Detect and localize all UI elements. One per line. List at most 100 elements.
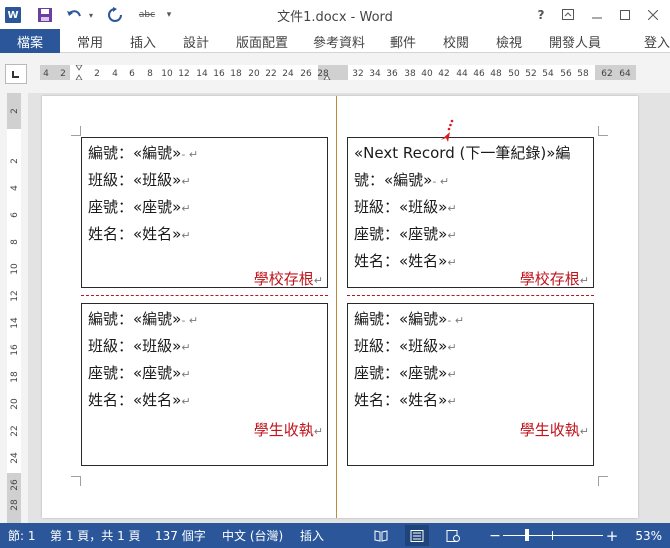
zoom-slider-thumb[interactable]	[525, 529, 529, 541]
label-card-bottom-right[interactable]: 編號：«編號»- ↵ 班級：«班級»↵ 座號：«座號»↵ 姓名：«姓名»↵ 學生…	[347, 303, 594, 466]
word-logo-letter: W	[5, 7, 21, 23]
column-separator	[336, 96, 337, 518]
ruler-tick-label: 22	[265, 69, 276, 79]
card-line: 班級：«班級»↵	[88, 171, 191, 189]
status-bar: 節: 1 第 1 頁，共 1 頁 137 個字 中文 (台灣) 插入 − + 5…	[0, 523, 670, 548]
tab-design[interactable]: 設計	[183, 29, 209, 53]
web-layout-icon	[446, 529, 460, 542]
ruler-tick-label: 6	[129, 69, 135, 79]
tab-insert[interactable]: 插入	[130, 29, 156, 53]
save-button[interactable]	[34, 4, 56, 26]
ruler-tick-label: 4	[43, 69, 49, 79]
undo-button[interactable]	[64, 4, 84, 26]
margin-corner-bottom-left	[71, 476, 81, 486]
ruler-tick-label: 44	[456, 69, 468, 79]
ruler-tick-label: 36	[386, 69, 398, 79]
tab-mailings[interactable]: 郵件	[390, 29, 416, 53]
card-line: 姓名：«姓名»↵	[88, 391, 191, 409]
ribbon-display-options-button[interactable]	[553, 0, 583, 29]
card-line: 班級：«班級»↵	[354, 337, 457, 355]
ruler-tick-label: 46	[473, 69, 485, 79]
ruler-tick-label: 64	[619, 69, 631, 79]
card-line: 號：«編號»- ↵	[354, 171, 450, 189]
sign-in-link[interactable]: 登入	[644, 29, 670, 53]
card-line: 編號：«編號»- ↵	[88, 144, 199, 162]
tab-view[interactable]: 檢視	[496, 29, 522, 53]
title-bar: W ▾ abc ▾ 文件1.docx - Word ?	[0, 0, 670, 29]
card-line: 班級：«班級»↵	[88, 337, 191, 355]
horizontal-ruler[interactable]: 4 2 2 4 6 8 10 12 14 16 18 20 22 24 26 28 32 34 36 38 40 42 44…	[40, 65, 636, 80]
document-page[interactable]: 編號：«編號»- ↵ 班級：«班級»↵ 座號：«座號»↵ 姓名：«姓名»↵ 學校…	[42, 96, 638, 518]
vertical-ruler[interactable]: 2246810121416182022242628	[7, 93, 21, 523]
word-count[interactable]: 137 個字	[155, 523, 206, 548]
tab-file[interactable]: 檔案	[0, 29, 60, 53]
tab-developer[interactable]: 開發人員	[549, 29, 601, 53]
ruler-tick-label: 40	[421, 69, 433, 79]
document-canvas[interactable]: 編號：«編號»- ↵ 班級：«班級»↵ 座號：«座號»↵ 姓名：«姓名»↵ 學校…	[28, 93, 670, 523]
read-mode-button[interactable]	[369, 525, 393, 546]
close-button[interactable]	[638, 0, 668, 29]
tab-references[interactable]: 參考資料	[313, 29, 365, 53]
help-button[interactable]: ?	[526, 0, 556, 29]
zoom-in-button[interactable]: +	[605, 523, 619, 548]
label-card-top-left[interactable]: 編號：«編號»- ↵ 班級：«班級»↵ 座號：«座號»↵ 姓名：«姓名»↵ 學校…	[81, 137, 328, 288]
ruler-tick-label: 20	[10, 398, 20, 410]
card-line: 姓名：«姓名»↵	[354, 252, 457, 270]
maximize-icon	[620, 9, 630, 20]
ruler-tick-label: 54	[542, 69, 554, 79]
ruler-tick-label: 2	[60, 69, 66, 79]
ruler-tick-label: 26	[10, 479, 20, 491]
card-line: 姓名：«姓名»↵	[354, 391, 457, 409]
ribbon-display-icon	[562, 9, 574, 20]
insert-mode-indicator[interactable]: 插入	[300, 523, 324, 548]
card-line: 座號：«座號»↵	[88, 198, 191, 216]
tab-review[interactable]: 校閱	[443, 29, 469, 53]
stub-label: 學校存根↵	[519, 270, 589, 288]
undo-icon	[67, 10, 81, 17]
left-tab-icon	[12, 71, 19, 78]
print-layout-button[interactable]	[405, 525, 429, 546]
spelling-check-button[interactable]: abc	[134, 4, 160, 26]
zoom-slider-center-mark	[552, 531, 553, 540]
ruler-tick-label: 4	[10, 185, 20, 191]
ruler-tick-label: 28	[10, 499, 20, 511]
zoom-percentage[interactable]: 53%	[620, 523, 662, 548]
web-layout-button[interactable]	[441, 525, 465, 546]
ruler-area: 4 2 2 4 6 8 10 12 14 16 18 20 22 24 26 28 32 34 36 38 40 42 44…	[0, 53, 670, 93]
ruler-tick-label: 34	[369, 69, 381, 79]
ruler-tick-label: 14	[10, 317, 20, 329]
ruler-tick-label: 42	[438, 69, 449, 79]
section-indicator[interactable]: 節: 1	[8, 523, 36, 548]
language-indicator[interactable]: 中文 (台灣)	[222, 523, 283, 548]
undo-dropdown-icon[interactable]: ▾	[86, 4, 96, 26]
page-indicator[interactable]: 第 1 頁，共 1 頁	[50, 523, 141, 548]
ruler-tick-label: 6	[10, 212, 20, 218]
repeat-button[interactable]	[104, 4, 126, 26]
ruler-tick-label: 4	[112, 69, 118, 79]
ruler-tick-label: 20	[248, 69, 260, 79]
margin-corner-bottom-right	[598, 476, 608, 486]
cut-line-left	[81, 295, 328, 296]
ruler-tick-label: 24	[10, 452, 20, 464]
maximize-button[interactable]	[610, 0, 640, 29]
label-card-top-right[interactable]: «Next Record (下一筆紀錄)»編 號：«編號»- ↵ 班級：«班級»…	[347, 137, 594, 288]
tab-home[interactable]: 常用	[77, 29, 103, 53]
margin-corner-top-left	[71, 126, 81, 136]
ribbon-tab-bar: 檔案 常用 插入 設計 版面配置 參考資料 郵件 校閱 檢視 開發人員 登入	[0, 29, 670, 53]
tab-layout[interactable]: 版面配置	[236, 29, 288, 53]
card-line: 編號：«編號»- ↵	[354, 310, 465, 328]
tab-stop-selector[interactable]	[5, 64, 27, 84]
zoom-slider[interactable]	[503, 535, 603, 536]
word-app-icon[interactable]: W	[3, 4, 23, 26]
ruler-tick-label: 48	[490, 69, 502, 79]
customize-quick-access-icon[interactable]: ▾	[162, 4, 176, 26]
ruler-tick-label: 12	[178, 69, 189, 79]
card-line: 座號：«座號»↵	[354, 364, 457, 382]
label-card-bottom-left[interactable]: 編號：«編號»- ↵ 班級：«班級»↵ 座號：«座號»↵ 姓名：«姓名»↵ 學生…	[81, 303, 328, 466]
stub-label: 學校存根↵	[253, 270, 323, 288]
zoom-out-button[interactable]: −	[488, 523, 502, 548]
ruler-tick-label: 2	[10, 158, 20, 164]
minimize-button[interactable]	[582, 0, 612, 29]
ruler-tick-label: 8	[10, 239, 20, 245]
card-line: 座號：«座號»↵	[354, 225, 457, 243]
